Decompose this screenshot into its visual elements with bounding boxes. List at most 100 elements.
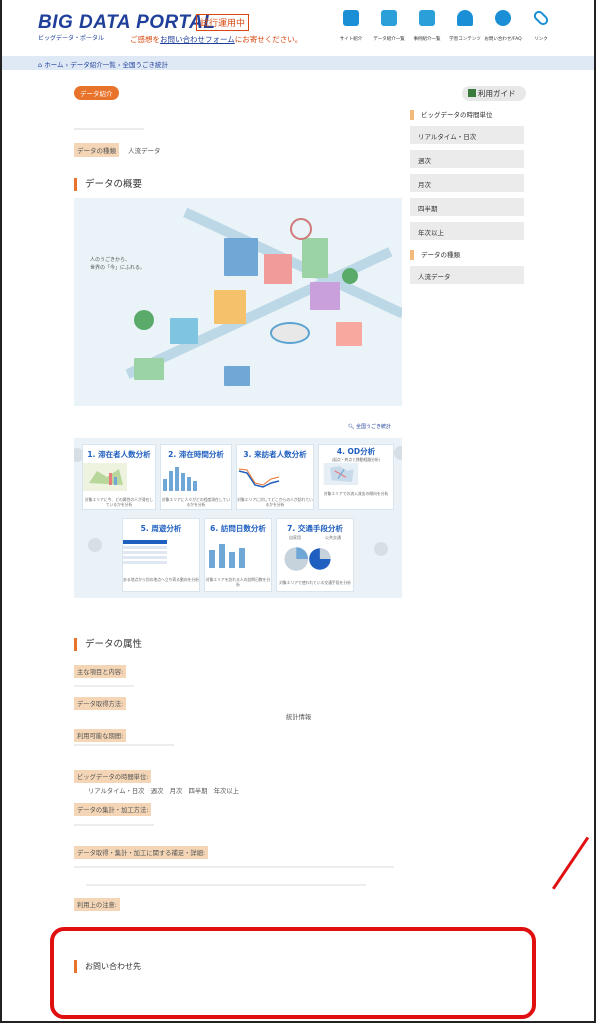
notice-text-after: にお寄せください。 xyxy=(234,35,303,44)
building xyxy=(336,322,362,346)
highlight-box xyxy=(50,927,536,1019)
line-chart-icon xyxy=(238,468,280,488)
attributes-heading: データの属性 xyxy=(74,638,142,651)
hero-caption-line-2: 世界の「今」にふれる。 xyxy=(90,265,146,271)
decor-circle xyxy=(88,538,102,552)
redacted-text xyxy=(86,884,366,886)
sidebar-item-monthly[interactable]: 月次 xyxy=(410,174,524,192)
analysis-card-desc: 対象エリアに人々がどの程度滞在しているかを分析 xyxy=(161,497,231,507)
tree xyxy=(134,310,154,330)
analysis-card-desc: 対象エリアでの流入流出の傾向を分析 xyxy=(323,491,389,496)
site-header: BIG DATA PORTAL ビッグデータ・ポータル 試行運用中 ご感想をお問… xyxy=(2,0,594,52)
analysis-card-title: 4. OD分析 xyxy=(336,447,376,456)
analysis-card-title: 5. 周遊分析 xyxy=(140,524,182,533)
breadcrumb-home[interactable]: ホーム xyxy=(44,61,63,69)
hero-caption-line-1: 人のうごきから、 xyxy=(90,257,131,263)
analysis-card-title: 7. 交通手段分析 xyxy=(287,524,343,533)
nav-label: 事例紹介一覧 xyxy=(413,37,441,42)
building xyxy=(224,238,258,276)
nav-site-intro[interactable]: サイト紹介 xyxy=(332,10,370,42)
redacted-text xyxy=(74,685,134,687)
analysis-card: 3. 来訪者人数分析 対象エリアに対してどこからの人が訪れているかを分析 xyxy=(236,444,314,510)
site-logo[interactable]: BIG DATA PORTAL xyxy=(38,12,215,34)
faq-icon xyxy=(495,10,511,26)
analysis-card-desc: 対象エリアに対してどこからの人が訪れているかを分析 xyxy=(237,497,313,507)
site-logo-subtitle: ビッグデータ・ポータル xyxy=(38,35,105,42)
analysis-overview-figure: 1. 滞在者人数分析 対象エリアに今、どの属性の人が滞在しているかを分析 2. … xyxy=(74,438,402,598)
nav-faq[interactable]: お問い合わせ/FAQ xyxy=(484,10,522,42)
notice-text-before: ご感想を xyxy=(130,35,160,44)
book-icon xyxy=(468,89,476,97)
nav-label: リンク xyxy=(534,37,548,42)
ferris-wheel xyxy=(290,218,312,240)
table-chart-icon xyxy=(123,540,167,564)
analysis-card-desc: 対象エリアで使われている交通手段を分析 xyxy=(279,580,351,585)
building xyxy=(310,282,340,310)
nav-label: サイト紹介 xyxy=(339,37,363,42)
attr-label-period: 利用可能な期間: xyxy=(74,729,127,742)
sidebar-item-quarterly[interactable]: 四半期 xyxy=(410,198,524,216)
attr-value-acquisition: 統計情報 xyxy=(286,714,312,721)
nav-links[interactable]: リンク xyxy=(522,8,560,42)
decor-circle xyxy=(394,446,402,460)
search-icon: 🔍︎ xyxy=(348,424,355,430)
analysis-card-title: 3. 来訪者人数分析 xyxy=(243,450,307,459)
usage-guide-button[interactable]: 利用ガイド xyxy=(462,86,526,101)
map-chart-icon xyxy=(83,463,127,491)
data-kind-value: 人流データ xyxy=(128,147,161,155)
building xyxy=(302,238,328,278)
sidebar-item-people-flow[interactable]: 人流データ xyxy=(410,266,524,284)
pie-chart-icon xyxy=(284,547,331,571)
breadcrumb: ⌂ ホーム › データ紹介一覧 › 全国うごき統計 xyxy=(2,56,594,70)
decor-circle xyxy=(374,542,388,556)
attr-label-acquisition: データ取得方法: xyxy=(74,697,127,710)
road xyxy=(125,247,393,379)
redacted-text xyxy=(74,824,154,826)
od-map-icon xyxy=(323,463,359,485)
analysis-card-desc: ある地点から別の地点へ立ち寄る動向を分析 xyxy=(123,577,199,582)
contact-form-link[interactable]: お問い合わせフォーム xyxy=(160,35,235,44)
tree xyxy=(342,268,358,284)
feedback-notice: ご感想をお問い合わせフォームにお寄せください。 xyxy=(130,34,302,45)
analysis-card: 6. 訪問日数分析 対象エリアを訪れる人の訪問日数を分析 xyxy=(204,518,272,592)
nav-data-list[interactable]: データ紹介一覧 xyxy=(370,10,408,42)
graduation-cap-icon xyxy=(457,10,473,26)
analysis-card-desc: 対象エリアに今、どの属性の人が滞在しているかを分析 xyxy=(84,497,154,507)
sidebar-item-yearly[interactable]: 年次以上 xyxy=(410,222,524,240)
nav-learning[interactable]: 学習コンテンツ xyxy=(446,10,484,42)
sidebar-item-realtime-daily[interactable]: リアルタイム・日次 xyxy=(410,126,524,144)
sidebar-time-unit-heading: ビッグデータの時間単位 xyxy=(410,110,493,120)
building xyxy=(214,290,246,324)
home-icon[interactable]: ⌂ xyxy=(38,61,42,69)
attr-value-time-unit: リアルタイム・日次 週次 月次 四半期 年次以上 xyxy=(88,788,239,795)
ugoki-link-label: 全国うごき統計 xyxy=(355,424,391,430)
analysis-card: 2. 滞在時間分析 対象エリアに人々がどの程度滞在しているかを分析 xyxy=(160,444,232,510)
analysis-card-subtitle: (起点・終点と移動経路分析) xyxy=(331,457,381,462)
attr-label-items: 主な項目と内容: xyxy=(74,665,127,678)
redacted-text xyxy=(74,866,394,868)
analysis-card-title: 1. 滞在者人数分析 xyxy=(87,450,151,459)
nav-label: お問い合わせ/FAQ xyxy=(484,37,522,42)
ugoki-link[interactable]: 🔍︎ 全国うごき統計 xyxy=(348,423,391,430)
main-nav: サイト紹介 データ紹介一覧 事例紹介一覧 学習コンテンツ お問い合わせ/FAQ … xyxy=(332,8,560,42)
pie-label-b: 公共交通 xyxy=(325,535,341,540)
overview-heading: データの概要 xyxy=(74,178,142,191)
pie-label-a: 自家用 xyxy=(289,535,301,540)
redacted-title xyxy=(74,128,144,130)
usage-guide-label: 利用ガイド xyxy=(478,89,516,98)
sidebar-item-weekly[interactable]: 週次 xyxy=(410,150,524,168)
redacted-text xyxy=(74,744,174,746)
grid-icon xyxy=(343,10,359,26)
analysis-card: 7. 交通手段分析 自家用 公共交通 対象エリアで使われている交通手段を分析 xyxy=(276,518,354,592)
building xyxy=(224,366,250,386)
list-search-icon xyxy=(419,10,435,26)
breadcrumb-data-list[interactable]: データ紹介一覧 xyxy=(70,61,116,69)
breadcrumb-current: 全国うごき統計 xyxy=(122,61,169,69)
analysis-card-desc: 対象エリアを訪れる人の訪問日数を分析 xyxy=(205,577,271,587)
analysis-card-title: 6. 訪問日数分析 xyxy=(210,524,266,533)
building xyxy=(264,254,292,284)
attr-label-time-unit: ビッグデータの時間単位: xyxy=(74,770,152,783)
nav-case-list[interactable]: 事例紹介一覧 xyxy=(408,10,446,42)
trial-badge: 試行運用中 xyxy=(196,14,250,31)
attr-label-notes: 利用上の注意: xyxy=(74,898,120,911)
